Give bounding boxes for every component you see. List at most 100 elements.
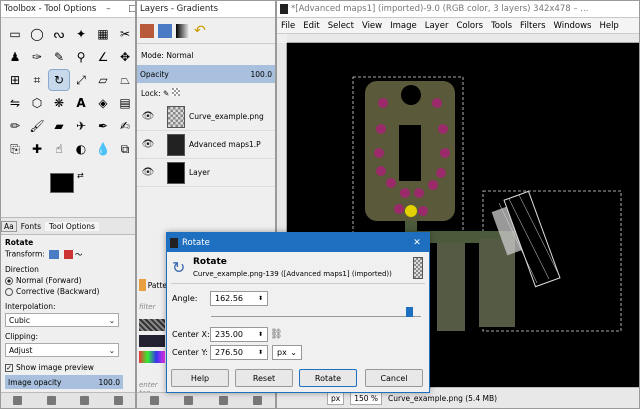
- perspective-tool-icon[interactable]: ⏢: [115, 70, 135, 90]
- raise-layer-icon[interactable]: [184, 396, 194, 405]
- eye-icon[interactable]: 👁: [137, 111, 159, 122]
- spinner-arrows-icon[interactable]: ⬍: [258, 349, 263, 356]
- angle-spinner[interactable]: 162.56 ⬍: [210, 291, 268, 306]
- lower-layer-icon[interactable]: [218, 396, 228, 405]
- warp-tool-icon[interactable]: ❋: [49, 93, 69, 113]
- cancel-button[interactable]: Cancel: [365, 369, 423, 387]
- shear-tool-icon[interactable]: ▱: [93, 70, 113, 90]
- dodge-burn-tool-icon[interactable]: ◐: [71, 139, 91, 159]
- scissors-tool-icon[interactable]: ✂: [115, 24, 135, 44]
- foreground-color-swatch[interactable]: [50, 173, 74, 193]
- pattern-swatch[interactable]: [139, 279, 146, 291]
- pattern-thumb-2[interactable]: [139, 335, 165, 347]
- airbrush-tool-icon[interactable]: ✈: [71, 116, 91, 136]
- eye-icon[interactable]: 👁: [137, 167, 159, 178]
- menu-windows[interactable]: Windows: [550, 21, 596, 31]
- image-opacity-slider[interactable]: Image opacity 100.0: [5, 375, 123, 389]
- close-icon[interactable]: ✕: [405, 238, 429, 248]
- bucket-fill-tool-icon[interactable]: ◈: [93, 93, 113, 113]
- rotate-button[interactable]: Rotate: [299, 369, 357, 387]
- menu-image[interactable]: Image: [386, 21, 421, 31]
- text-tool-icon[interactable]: A: [71, 93, 91, 113]
- clipping-select[interactable]: Adjust ⌄: [5, 343, 119, 357]
- measure-tool-icon[interactable]: ∠: [93, 47, 113, 67]
- mode-select[interactable]: Mode: Normal: [137, 50, 275, 61]
- angle-slider-handle[interactable]: [406, 307, 413, 317]
- eye-icon[interactable]: 👁: [137, 139, 159, 150]
- layer-row[interactable]: 👁 Curve_example.png: [137, 103, 275, 131]
- menu-help[interactable]: Help: [595, 21, 622, 31]
- direction-forward-option[interactable]: Normal (Forward): [1, 275, 135, 286]
- zoom-tool-icon[interactable]: ⚲: [71, 47, 91, 67]
- clone-tool-icon[interactable]: ⎘: [5, 139, 25, 159]
- direction-backward-option[interactable]: Corrective (Backward): [1, 286, 135, 297]
- spinner-arrows-icon[interactable]: ⬍: [258, 295, 263, 302]
- layer-row[interactable]: 👁 Layer: [137, 159, 275, 187]
- zoom-select[interactable]: 150 %: [350, 391, 383, 405]
- angle-slider[interactable]: [211, 312, 421, 317]
- scale-tool-icon[interactable]: ⤢: [71, 70, 91, 90]
- swap-colors-icon[interactable]: ⇄: [77, 171, 84, 180]
- pattern-thumb-1[interactable]: [139, 319, 165, 331]
- reset-button[interactable]: Reset: [235, 369, 293, 387]
- reset-options-icon[interactable]: [113, 396, 123, 405]
- fonts-tab-icon[interactable]: Aa: [1, 220, 17, 232]
- foreground-select-tool-icon[interactable]: ♟: [5, 47, 25, 67]
- menu-filters[interactable]: Filters: [516, 21, 549, 31]
- transform-layer-icon[interactable]: [49, 250, 60, 259]
- menu-edit[interactable]: Edit: [299, 21, 323, 31]
- chain-link-icon[interactable]: ⛓: [270, 329, 283, 340]
- center-x-spinner[interactable]: 235.00 ⬍: [210, 327, 268, 342]
- show-preview-checkbox[interactable]: ✓ Show image preview: [1, 362, 135, 373]
- delete-layer-icon[interactable]: [253, 396, 263, 405]
- mypaint-brush-tool-icon[interactable]: ✍: [115, 116, 135, 136]
- tab-fonts[interactable]: Fonts: [17, 222, 45, 231]
- delete-options-icon[interactable]: [80, 396, 90, 405]
- blend-tool-icon[interactable]: ▤: [115, 93, 135, 113]
- perspective-clone-tool-icon[interactable]: ⧉: [115, 139, 135, 159]
- pattern-thumb-3[interactable]: [139, 351, 165, 363]
- smudge-tool-icon[interactable]: ☝: [49, 139, 69, 159]
- layer-opacity-slider[interactable]: Opacity 100.0: [137, 65, 275, 83]
- gradients-tab-icon[interactable]: [176, 23, 190, 38]
- fuzzy-select-tool-icon[interactable]: ✦: [71, 24, 91, 44]
- move-tool-icon[interactable]: ✥: [115, 47, 135, 67]
- rect-select-tool-icon[interactable]: ▭: [5, 24, 25, 44]
- horizontal-ruler[interactable]: [287, 34, 639, 43]
- spinner-arrows-icon[interactable]: ⬍: [258, 331, 263, 338]
- transform-selection-icon[interactable]: [63, 250, 73, 259]
- channels-tab-icon[interactable]: [158, 23, 172, 38]
- help-button[interactable]: Help: [171, 369, 229, 387]
- cage-tool-icon[interactable]: ⬡: [27, 93, 47, 113]
- menu-layer[interactable]: Layer: [421, 21, 453, 31]
- blur-tool-icon[interactable]: 💧: [93, 139, 113, 159]
- pencil-tool-icon[interactable]: ✏: [5, 116, 25, 136]
- paths-tool-icon[interactable]: ✑: [27, 47, 47, 67]
- center-unit-select[interactable]: px ⌄: [272, 345, 302, 360]
- align-tool-icon[interactable]: ⊞: [5, 70, 25, 90]
- undo-tab-icon[interactable]: ↶: [194, 23, 206, 39]
- center-y-spinner[interactable]: 276.50 ⬍: [210, 345, 268, 360]
- maximize-icon[interactable]: □: [120, 4, 135, 14]
- tab-tool-options[interactable]: Tool Options: [44, 221, 99, 231]
- new-layer-icon[interactable]: [149, 396, 159, 405]
- heal-tool-icon[interactable]: ✚: [27, 139, 47, 159]
- color-picker-tool-icon[interactable]: ✎: [49, 47, 69, 67]
- crop-tool-icon[interactable]: ⌗: [27, 70, 47, 90]
- minimize-icon[interactable]: –: [96, 4, 120, 14]
- lock-pixels-icon[interactable]: ✎: [163, 89, 169, 98]
- flip-tool-icon[interactable]: ⇋: [5, 93, 25, 113]
- menu-select[interactable]: Select: [324, 21, 358, 31]
- eraser-tool-icon[interactable]: ▰: [49, 116, 69, 136]
- ink-tool-icon[interactable]: ✒: [93, 116, 113, 136]
- lock-alpha-icon[interactable]: [171, 88, 180, 96]
- paintbrush-tool-icon[interactable]: 🖌: [27, 116, 47, 136]
- interpolation-select[interactable]: Cubic ⌄: [5, 313, 119, 327]
- save-options-icon[interactable]: [13, 396, 23, 405]
- layer-row[interactable]: 👁 Advanced maps1.P: [137, 131, 275, 159]
- ellipse-select-tool-icon[interactable]: ◯: [27, 24, 47, 44]
- menu-colors[interactable]: Colors: [452, 21, 487, 31]
- pattern-filter-input[interactable]: filter: [139, 303, 167, 311]
- rotate-tool-icon[interactable]: ↻: [48, 69, 70, 91]
- layers-tab-icon[interactable]: [140, 23, 154, 38]
